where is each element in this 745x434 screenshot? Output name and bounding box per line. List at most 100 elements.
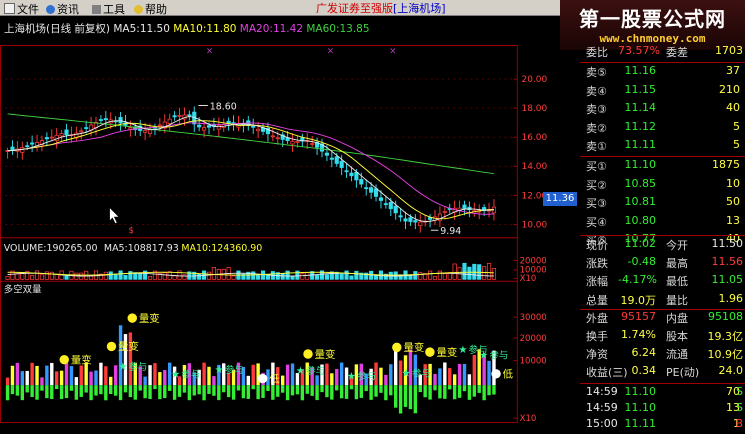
indicator-up-bar: [25, 370, 29, 386]
indicator-down-bar: [236, 385, 241, 391]
stat-label: 涨跌: [586, 257, 608, 271]
volume-bar: [452, 263, 457, 280]
indicator-up-bar: [330, 373, 334, 386]
bid-level-label: 买②: [586, 178, 607, 192]
indicator-down-bar: [462, 385, 467, 392]
volume-bar: [103, 271, 108, 280]
indicator-up-bar: [89, 371, 93, 386]
star-icon: ★: [458, 344, 467, 356]
indicator-down-bar: [438, 385, 442, 399]
tick-time: 14:59: [586, 401, 618, 414]
badge-label: 量变: [437, 346, 458, 359]
indicator-up-bar: [99, 362, 103, 386]
stat-value: 0.34: [631, 364, 657, 378]
candle-body: [79, 130, 84, 133]
mouse-cursor-icon: [109, 206, 120, 224]
star-icon: ★: [296, 365, 305, 377]
ask-price: 11.11: [624, 138, 657, 151]
stat-label: 涨幅: [586, 275, 608, 289]
badge-label: 量变: [71, 353, 92, 366]
candle-body: [344, 170, 349, 173]
indicator-down-bar: [197, 385, 201, 395]
low-marker: 9.94: [440, 226, 461, 237]
menu-help[interactable]: 帮助: [134, 1, 167, 17]
candle-body: [49, 136, 54, 139]
volume-bar: [251, 271, 256, 280]
stat-label: 今开: [666, 239, 688, 252]
indicator-down-bar: [433, 385, 437, 391]
candle-body: [84, 127, 89, 129]
volume-bar: [354, 270, 359, 280]
indicator-up-bar: [452, 374, 457, 386]
indicator-up-bar: [335, 368, 339, 386]
quote-row: 卖③ 11.14 40: [580, 101, 745, 118]
volume-ma5: MA5:108817.93: [104, 243, 179, 254]
quote-divider: [580, 62, 745, 63]
indicator-up-bar: [64, 362, 69, 386]
quote-row: 买① 11.10 1875: [580, 158, 745, 175]
indicator-up-bar: [246, 375, 251, 386]
indicator-down-bar: [25, 385, 29, 393]
badge-dot-icon: [59, 354, 69, 365]
indicator-down-bar: [389, 385, 393, 396]
menu-file[interactable]: 文件: [4, 1, 39, 17]
bid-price: 11.10: [624, 158, 657, 171]
volume-bar: [5, 276, 10, 280]
stat-label: 最高: [666, 257, 688, 271]
stat-value: 10.9亿: [707, 348, 744, 362]
stat-label: 流通: [666, 348, 688, 362]
indicator-down-bar: [104, 385, 108, 401]
quote-row: 总量 19.0万 量比 1.96: [580, 292, 745, 309]
indicator-down-bar: [359, 385, 364, 398]
stat-value: 11.05: [711, 273, 744, 287]
quote-divider: [580, 235, 745, 236]
candle-body: [103, 118, 108, 121]
volume-bar: [486, 262, 492, 280]
badge-dot-icon: [491, 369, 501, 379]
badge-dot-icon: [127, 313, 137, 323]
volume-bar: [256, 274, 261, 280]
indicator-down-bar: [79, 385, 83, 397]
tick-price: 11.11: [624, 417, 657, 430]
indicator-down-bar: [452, 385, 457, 400]
badge-dot-icon: [425, 347, 435, 357]
indicator-down-bar: [482, 385, 486, 401]
indicator-down-bar: [276, 385, 280, 397]
badge-label: 量变: [139, 312, 160, 325]
indicator-up-bar: [256, 363, 260, 386]
indicator-up-bar: [339, 362, 344, 386]
kline-chart[interactable]: 20.0018.0016.0014.0012.0010.00 18.60 9.9…: [0, 34, 548, 434]
badge-label: 量变: [403, 341, 424, 354]
ask-volume: 5: [733, 119, 740, 133]
quote-row: 换手 1.74% 股本 19.3亿: [580, 328, 745, 345]
badge-label: 参与: [181, 369, 200, 381]
diff-label: 委差: [666, 46, 688, 59]
candle-body: [408, 217, 413, 222]
indicator-down-bar: [492, 385, 496, 395]
indicator-down-bar: [315, 385, 319, 401]
menu-tools[interactable]: 工具: [92, 1, 125, 17]
menu-info[interactable]: 资讯: [46, 1, 79, 17]
stat-value: 6.24: [631, 346, 657, 360]
volume-bar: [231, 275, 236, 280]
indicator-down-bar: [84, 385, 88, 393]
volume-ma10: MA10:124360.90: [181, 243, 262, 254]
indicator-down-bar: [335, 385, 339, 391]
candle-body: [157, 124, 162, 127]
candle-body: [20, 147, 25, 153]
indicator-down-bar: [418, 385, 422, 393]
indicator-down-bar: [158, 385, 162, 400]
indicator-down-bar: [266, 385, 270, 391]
badge-label: 参与: [412, 368, 431, 380]
volume-bar: [373, 275, 379, 280]
candle-body: [25, 145, 30, 148]
badge-label: 量变: [118, 340, 139, 353]
volume-bar: [285, 270, 290, 280]
volume-bar: [44, 271, 49, 280]
stat-label: 净资: [586, 348, 608, 362]
indicator-up-bar: [487, 360, 491, 386]
ask-level-label: 卖④: [586, 84, 607, 98]
indicator-up-bar: [448, 368, 452, 386]
indicator-up-bar: [433, 374, 437, 386]
indicator-down-bar: [138, 385, 142, 391]
